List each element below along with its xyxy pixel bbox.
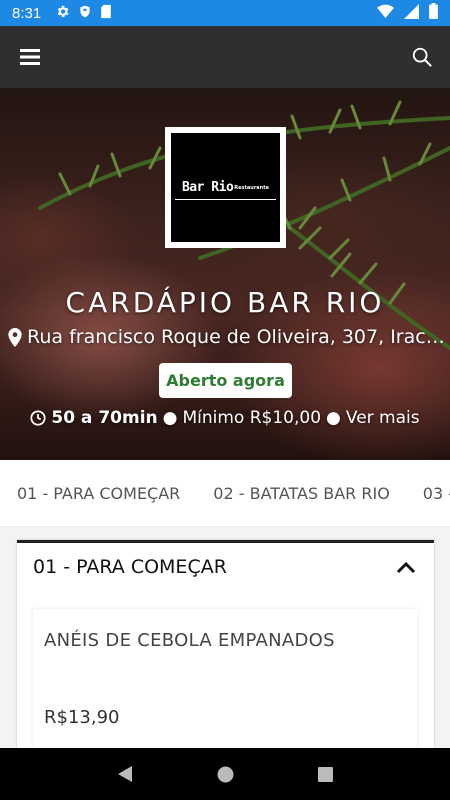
menu-content: 01 - PARA COMEÇAR ANÉIS DE CEBOLA EMPANA… — [0, 527, 450, 769]
logo-underline — [175, 199, 276, 200]
status-icons-left — [55, 4, 112, 23]
shield-icon — [78, 4, 92, 23]
product-name: ANÉIS DE CEBOLA EMPANADOS — [44, 630, 335, 651]
see-more-link[interactable]: Ver mais — [346, 408, 420, 428]
gear-icon — [55, 4, 70, 23]
page-title: CARDÁPIO BAR RIO — [65, 286, 385, 319]
top-app-bar — [0, 26, 450, 88]
restaurant-address: Rua francisco Roque de Oliveira, 307, Ir… — [8, 326, 448, 348]
section-header[interactable]: 01 - PARA COMEÇAR — [17, 543, 434, 591]
home-icon[interactable] — [205, 754, 245, 794]
logo-text: Bar Rio — [181, 180, 234, 195]
sd-card-icon — [100, 4, 112, 23]
wifi-icon — [377, 4, 394, 22]
clock-icon — [30, 410, 46, 426]
info-separator: ● — [326, 408, 341, 428]
status-badge: Aberto agora — [159, 363, 292, 398]
section-title: 01 - PARA COMEÇAR — [33, 556, 227, 578]
minimum-order: Mínimo R$10,00 — [182, 408, 322, 428]
recents-icon[interactable] — [305, 754, 345, 794]
system-nav-bar — [0, 748, 450, 800]
signal-icon — [404, 3, 419, 23]
delivery-time: 50 a 70min — [51, 408, 158, 428]
back-icon[interactable] — [105, 754, 145, 794]
hero-banner: Bar Rio Restaurante CARDÁPIO BAR RIO Rua… — [0, 88, 450, 460]
tab-porcoes[interactable]: 03 - PORÇÕES — [406, 484, 450, 503]
status-icons-right — [377, 3, 438, 23]
location-pin-icon — [8, 327, 22, 347]
logo-inner: Bar Rio Restaurante — [171, 133, 280, 242]
product-price: R$13,90 — [44, 707, 120, 728]
search-icon[interactable] — [410, 45, 434, 69]
hamburger-menu-icon[interactable] — [18, 45, 42, 69]
tab-para-comecar[interactable]: 01 - PARA COMEÇAR — [0, 484, 196, 503]
category-tabs: 01 - PARA COMEÇAR 02 - BATATAS BAR RIO 0… — [0, 460, 450, 527]
delivery-info: 50 a 70min ● Mínimo R$10,00 ● Ver mais — [0, 408, 450, 428]
menu-section: 01 - PARA COMEÇAR ANÉIS DE CEBOLA EMPANA… — [17, 540, 434, 769]
logo-subtext: Restaurante — [234, 184, 270, 191]
address-text: Rua francisco Roque de Oliveira, 307, Ir… — [27, 326, 448, 348]
battery-icon — [429, 3, 438, 23]
status-bar: 8:31 — [0, 0, 450, 26]
product-card[interactable]: ANÉIS DE CEBOLA EMPANADOS R$13,90 — [33, 609, 417, 769]
tab-batatas-bar-rio[interactable]: 02 - BATATAS BAR RIO — [196, 484, 406, 503]
info-separator: ● — [162, 408, 178, 428]
chevron-up-icon[interactable] — [396, 561, 416, 574]
restaurant-logo: Bar Rio Restaurante — [165, 127, 286, 248]
status-time: 8:31 — [12, 4, 42, 22]
